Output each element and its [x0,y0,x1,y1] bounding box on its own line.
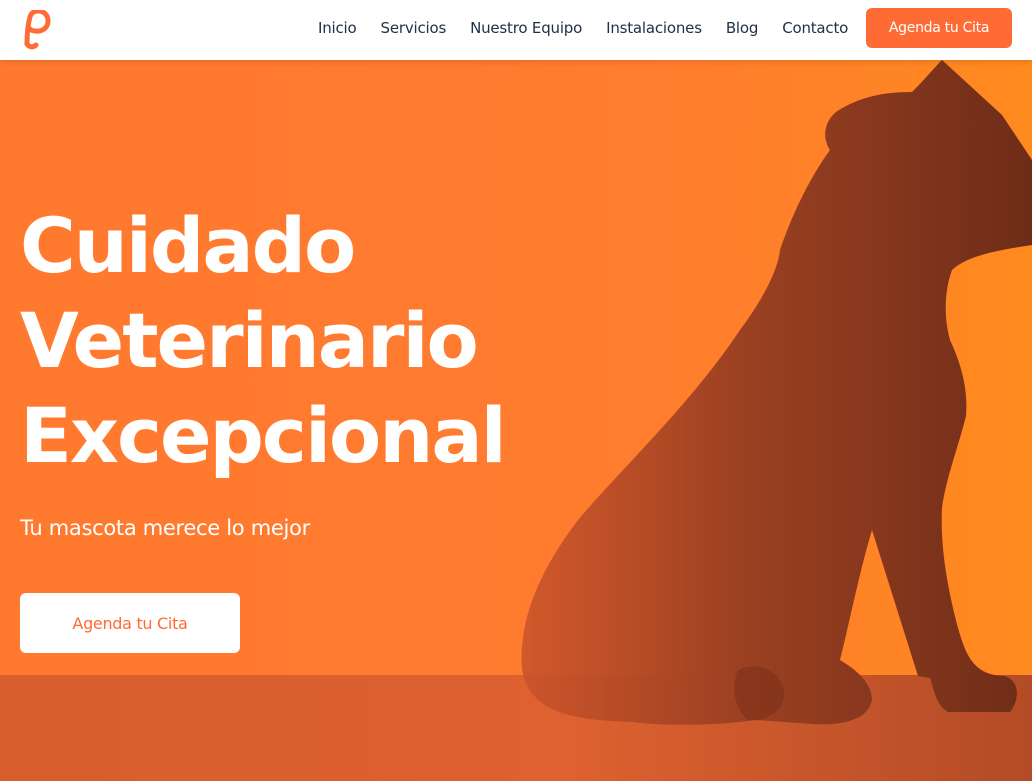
hero-title: Cuidado Veterinario Excepcional [20,198,620,483]
hero-title-line-1: Cuidado [20,201,356,290]
brand-logo-icon[interactable] [18,10,56,50]
hero-title-line-2: Veterinario [20,296,479,385]
nav-link-blog[interactable]: Blog [714,19,770,37]
nav-link-contacto[interactable]: Contacto [770,19,860,37]
hero-title-line-3: Excepcional [20,391,507,480]
hero-book-appointment-button[interactable]: Agenda tu Cita [20,593,240,653]
hero-section: Cuidado Veterinario Excepcional Tu masco… [0,60,1032,781]
nav-link-instalaciones[interactable]: Instalaciones [594,19,714,37]
header-book-appointment-button[interactable]: Agenda tu Cita [866,8,1012,48]
nav-link-nuestro-equipo[interactable]: Nuestro Equipo [458,19,594,37]
nav-link-inicio[interactable]: Inicio [306,19,369,37]
main-navigation: Inicio Servicios Nuestro Equipo Instalac… [306,0,860,56]
nav-link-servicios[interactable]: Servicios [369,19,459,37]
hero-subtitle: Tu mascota merece lo mejor [20,516,310,540]
top-navbar: Inicio Servicios Nuestro Equipo Instalac… [0,0,1032,60]
